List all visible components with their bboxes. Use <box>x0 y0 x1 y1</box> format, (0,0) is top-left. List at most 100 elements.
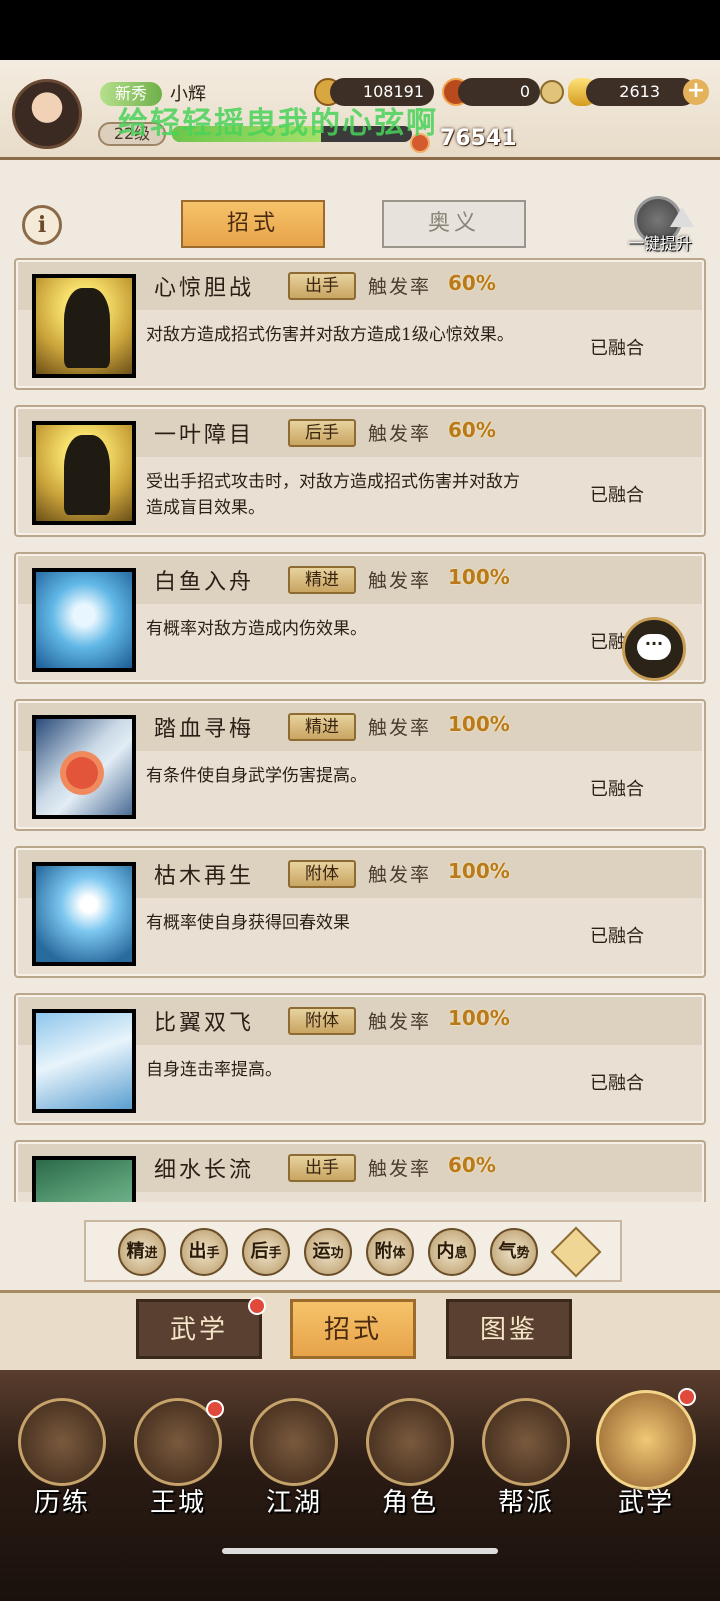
jianghu-icon <box>250 1398 338 1486</box>
skill-icon-plum <box>32 715 136 819</box>
skill-name: 枯木再生 <box>154 864 255 889</box>
trigger-rate-label: 触发率 <box>368 570 432 592</box>
skill-name: 踏血寻梅 <box>154 717 255 742</box>
skill-type-tag: 附体 <box>288 860 356 888</box>
upgrade-all-button[interactable]: 一键提升 <box>612 196 708 256</box>
skill-description: 自身连击率提高。 <box>146 1060 282 1080</box>
skill-card[interactable]: 一叶障目 后手 触发率 60% 受出手招式攻击时，对敌方造成招式伤害并对敌方造成… <box>14 405 706 537</box>
section-tabs: 武学 招式 图鉴 <box>0 1290 720 1370</box>
skill-status: 已融合 <box>590 1073 644 1094</box>
game-screen: 新秀 小辉 22级 76541 108191 0 2613 + 给轻轻摇曳我的心… <box>0 0 720 1601</box>
nav-guild[interactable]: 帮派 <box>470 1386 582 1526</box>
tab-secrets[interactable]: 奥义 <box>382 200 526 248</box>
overlay-caption: 给轻轻摇曳我的心弦啊 <box>118 106 438 141</box>
skill-type-tag: 出手 <box>288 272 356 300</box>
upgrade-all-label: 一键提升 <box>627 234 692 253</box>
notification-dot <box>206 1400 224 1418</box>
skill-status: 已融合 <box>590 338 644 359</box>
tab-moves-bottom[interactable]: 招式 <box>290 1299 416 1359</box>
skill-card[interactable]: 白鱼入舟 精进 触发率 100% 有概率对敌方造成内伤效果。 已融 <box>14 552 706 684</box>
skill-description: 有概率使自身获得回春效果 <box>146 913 350 933</box>
player-header: 新秀 小辉 22级 76541 108191 0 2613 + 给轻轻摇曳我的心… <box>0 60 720 160</box>
scroll-icon <box>596 1390 696 1490</box>
filter-chushou[interactable]: 出手 <box>180 1228 228 1276</box>
trigger-rate-label: 触发率 <box>368 864 432 886</box>
chat-button[interactable]: ··· <box>622 617 686 681</box>
skill-type-tag: 精进 <box>288 713 356 741</box>
skill-icon-blind <box>32 421 136 525</box>
filter-qishi[interactable]: 气势 <box>490 1228 538 1276</box>
skill-type-tag: 精进 <box>288 566 356 594</box>
skill-name: 心惊胆战 <box>154 276 255 301</box>
trigger-rate-value: 100% <box>448 712 510 736</box>
nav-character[interactable]: 角色 <box>354 1386 466 1526</box>
skill-type-tag: 附体 <box>288 1007 356 1035</box>
trigger-rate-label: 触发率 <box>368 1011 432 1033</box>
type-filter-bar: 精进 出手 后手 运功 附体 内息 气势 <box>84 1220 622 1282</box>
skill-status: 已融合 <box>590 926 644 947</box>
skill-status: 已融合 <box>590 779 644 800</box>
character-icon <box>366 1398 454 1486</box>
nav-royal-city[interactable]: 王城 <box>122 1386 234 1526</box>
silver-icon <box>540 80 564 104</box>
tab-codex[interactable]: 图鉴 <box>446 1299 572 1359</box>
flame-amount: 0 <box>458 78 540 106</box>
skill-card[interactable]: 细水长流 出手 触发率 60% <box>14 1140 706 1202</box>
skill-type-tag: 出手 <box>288 1154 356 1182</box>
status-bar <box>0 0 720 60</box>
skill-status: 已融合 <box>590 485 644 506</box>
bottom-nav: 历练 王城 江湖 角色 帮派 武学 <box>0 1370 720 1601</box>
chat-bubble-icon: ··· <box>637 634 671 660</box>
skill-description: 受出手招式攻击时，对敌方造成招式伤害并对敌方造成盲目效果。 <box>146 472 520 518</box>
collapse-up-icon[interactable] <box>550 1226 602 1278</box>
trigger-rate-label: 触发率 <box>368 423 432 445</box>
skill-card[interactable]: 枯木再生 附体 触发率 100% 有概率使自身获得回春效果 已融合 <box>14 846 706 978</box>
trigger-rate-value: 100% <box>448 565 510 589</box>
skill-card[interactable]: 比翼双飞 附体 触发率 100% 自身连击率提高。 已融合 <box>14 993 706 1125</box>
trigger-rate-value: 60% <box>448 271 496 295</box>
filter-jingjin[interactable]: 精进 <box>118 1228 166 1276</box>
recharge-plus-button[interactable]: + <box>683 79 709 105</box>
filter-yungong[interactable]: 运功 <box>304 1228 352 1276</box>
gold-amount: 2613 <box>586 78 696 106</box>
skill-name: 白鱼入舟 <box>154 570 255 595</box>
skill-name: 细水长流 <box>154 1158 255 1183</box>
skill-name: 一叶障目 <box>154 423 255 448</box>
skill-description: 有概率对敌方造成内伤效果。 <box>146 619 367 639</box>
filter-houshou[interactable]: 后手 <box>242 1228 290 1276</box>
trigger-rate-value: 60% <box>448 418 496 442</box>
tab-moves[interactable]: 招式 <box>181 200 325 248</box>
skill-card[interactable]: 心惊胆战 出手 触发率 60% 对敌方造成招式伤害并对敌方造成1级心惊效果。 已… <box>14 258 706 390</box>
combat-power: 76541 <box>440 126 517 151</box>
skill-icon-fish <box>32 568 136 672</box>
skill-type-tag: 后手 <box>288 419 356 447</box>
notification-dot <box>248 1297 266 1315</box>
player-avatar[interactable] <box>12 79 82 149</box>
skill-name: 比翼双飞 <box>154 1011 255 1036</box>
skill-description: 有条件使自身武学伤害提高。 <box>146 766 367 786</box>
skill-icon-fear <box>32 274 136 378</box>
trigger-rate-label: 触发率 <box>368 717 432 739</box>
skill-icon-stream <box>32 1156 136 1202</box>
nav-jianghu[interactable]: 江湖 <box>238 1386 350 1526</box>
filter-neixi[interactable]: 内息 <box>428 1228 476 1276</box>
skill-icon-rebirth <box>32 862 136 966</box>
trigger-rate-value: 60% <box>448 1153 496 1177</box>
trigger-rate-label: 触发率 <box>368 276 432 298</box>
tab-martial-arts[interactable]: 武学 <box>136 1299 262 1359</box>
skill-list[interactable]: 心惊胆战 出手 触发率 60% 对敌方造成招式伤害并对敌方造成1级心惊效果。 已… <box>12 258 708 1202</box>
nav-training[interactable]: 历练 <box>6 1386 118 1526</box>
training-icon <box>18 1398 106 1486</box>
trigger-rate-value: 100% <box>448 1006 510 1030</box>
home-indicator[interactable] <box>222 1548 498 1554</box>
filter-futi[interactable]: 附体 <box>366 1228 414 1276</box>
skill-description: 对敌方造成招式伤害并对敌方造成1级心惊效果。 <box>146 325 514 345</box>
notification-dot <box>678 1388 696 1406</box>
info-button[interactable]: i <box>22 205 62 245</box>
skill-card[interactable]: 踏血寻梅 精进 触发率 100% 有条件使自身武学伤害提高。 已融合 <box>14 699 706 831</box>
skill-status: 已融 <box>590 632 626 653</box>
guild-icon <box>482 1398 570 1486</box>
nav-martial-arts[interactable]: 武学 <box>590 1386 702 1526</box>
skill-icon-wings <box>32 1009 136 1113</box>
trigger-rate-label: 触发率 <box>368 1158 432 1180</box>
